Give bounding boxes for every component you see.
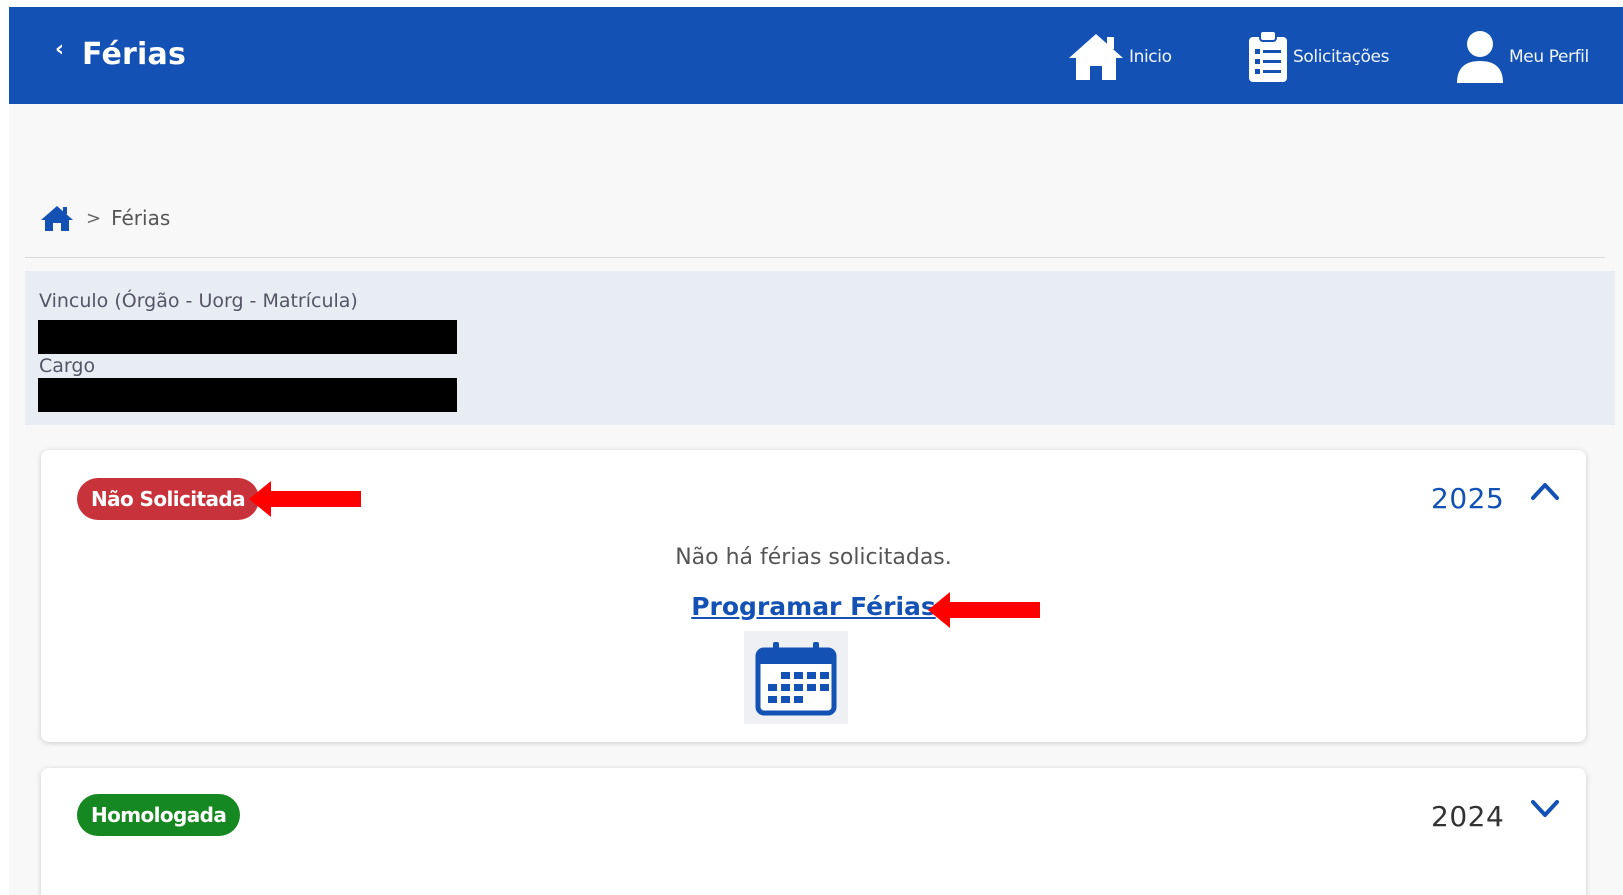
chevron-down-icon[interactable] xyxy=(1530,796,1560,820)
status-badge: Não Solicitada xyxy=(77,478,259,520)
empty-message: Não há férias solicitadas. xyxy=(675,545,952,570)
breadcrumb-separator: > xyxy=(86,207,102,229)
redacted-cargo-value xyxy=(38,378,457,412)
nav-requests-label: Solicitações xyxy=(1293,47,1390,67)
back-chevron-icon[interactable]: ‹ xyxy=(55,37,64,62)
nav-requests[interactable]: Solicitações xyxy=(1247,27,1389,87)
page-frame: ‹ Férias Inicio Solicitações Meu Perfil … xyxy=(9,7,1623,895)
breadcrumb-current: Férias xyxy=(111,206,171,230)
clipboard-list-icon xyxy=(1249,30,1287,82)
nav-home[interactable]: Inicio xyxy=(1067,27,1172,87)
app-root: ‹ Férias Inicio Solicitações Meu Perfil … xyxy=(0,0,1623,895)
nav-profile-label: Meu Perfil xyxy=(1509,47,1589,67)
top-header: ‹ Férias Inicio Solicitações Meu Perfil xyxy=(9,7,1623,104)
annotation-arrow-icon xyxy=(928,592,1040,628)
nav-profile[interactable]: Meu Perfil xyxy=(1455,27,1589,87)
user-icon xyxy=(1457,31,1503,83)
vacation-card-2025: Não Solicitada 2025 Não há férias solici… xyxy=(41,450,1586,742)
cargo-label: Cargo xyxy=(39,355,96,377)
home-icon xyxy=(1069,34,1123,80)
annotation-arrow-icon xyxy=(249,481,361,517)
vacation-card-2024: Homologada 2024 xyxy=(41,768,1586,895)
status-badge: Homologada xyxy=(77,794,241,836)
calendar-button[interactable] xyxy=(744,631,848,724)
redacted-vinculo-value xyxy=(38,320,457,354)
card-year: 2024 xyxy=(1431,800,1505,833)
program-vacation-link[interactable]: Programar Férias xyxy=(691,592,936,621)
home-icon[interactable] xyxy=(40,204,74,232)
nav-home-label: Inicio xyxy=(1129,47,1172,67)
breadcrumb-divider xyxy=(25,257,1605,258)
calendar-icon xyxy=(755,641,837,715)
breadcrumb: > Férias xyxy=(40,203,170,233)
program-vacation-link-wrapper: Programar Férias xyxy=(41,592,1586,621)
chevron-up-icon[interactable] xyxy=(1530,478,1560,502)
page-title[interactable]: Férias xyxy=(82,37,186,72)
employee-info-panel: Vinculo (Órgão - Uorg - Matrícula) Cargo xyxy=(25,271,1615,425)
card-year: 2025 xyxy=(1431,482,1505,515)
vinculo-label: Vinculo (Órgão - Uorg - Matrícula) xyxy=(39,290,358,312)
